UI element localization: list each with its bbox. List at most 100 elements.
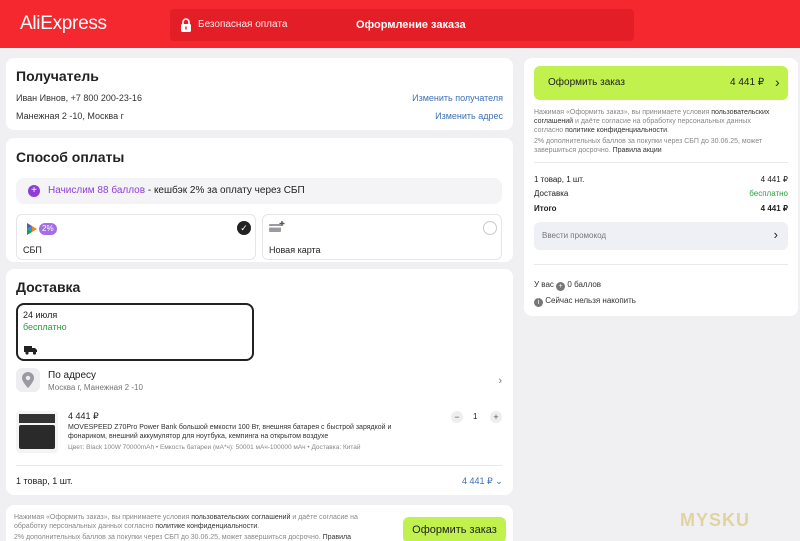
location-pin-icon	[22, 372, 34, 388]
product-image[interactable]	[16, 411, 58, 453]
product-price: 4 441 ₽	[68, 411, 99, 421]
delivery-summary-count: 1 товар, 1 шт.	[16, 476, 73, 486]
chevron-right-icon: ›	[775, 74, 780, 90]
quantity-decrease-button[interactable]: −	[451, 411, 463, 423]
delivery-address: Москва г, Манежная 2 -10	[48, 383, 143, 392]
place-order-label: Оформить заказ	[548, 77, 625, 88]
order-summary-card: Оформить заказ 4 441 ₽ › Нажимая «Оформи…	[524, 58, 798, 316]
product-specs: Цвет: Black 100W 70000mAh • Емкость бата…	[68, 444, 361, 451]
privacy-policy-link[interactable]: политике конфиденциальности	[155, 523, 257, 530]
place-order-total: 4 441 ₽	[730, 77, 765, 88]
footer-terms-line2: обработку персональных данных согласно п…	[14, 522, 259, 531]
place-order-button[interactable]: Оформить заказ 4 441 ₽ ›	[534, 66, 788, 100]
points-info: i Сейчас нельзя накопить	[534, 296, 636, 307]
info-icon: i	[534, 298, 543, 307]
delivery-date: 24 июля	[23, 310, 58, 320]
cashback-points: Начислим 88 баллов	[48, 185, 146, 196]
plus-icon: +	[28, 185, 40, 197]
divider	[534, 264, 788, 265]
terms-text: и даёте согласие на	[290, 514, 358, 521]
total-value: 4 441 ₽	[760, 204, 788, 213]
recipient-address: Манежная 2 -10, Москва г	[16, 111, 124, 121]
selected-check-icon: ✓	[237, 221, 251, 235]
footer-terms-line1: Нажимая «Оформить заказ», вы принимаете …	[14, 513, 358, 522]
delivery-summary-total[interactable]: 4 441 ₽ ⌄	[462, 476, 503, 487]
change-address-link[interactable]: Изменить адрес	[435, 111, 503, 121]
secure-payment-label: Безопасная оплата	[198, 19, 288, 30]
promo-rules-link[interactable]: Правила акции	[613, 147, 662, 154]
bottom-order-bar: Нажимая «Оформить заказ», вы принимаете …	[6, 505, 513, 541]
terms-text: .	[257, 523, 260, 530]
card-plus-icon	[269, 221, 285, 232]
recipient-name-phone: Иван Ивнов, +7 800 200-23-16	[16, 93, 142, 103]
coin-icon: +	[556, 282, 566, 291]
product-image-label-strip	[19, 414, 55, 423]
recipient-card: Получатель Иван Ивнов, +7 800 200-23-16 …	[6, 58, 513, 130]
bonus-text: 2% дополнительных баллов за покупки чере…	[14, 534, 323, 541]
delivery-heading: Доставка	[16, 279, 81, 295]
product-title-line2[interactable]: фонариком, внешний аккумулятор для ноутб…	[68, 433, 328, 440]
cashback-banner: + Начислим 88 баллов - кешбэк 2% за опла…	[16, 178, 502, 204]
product-title-line1[interactable]: MOVESPEED Z70Pro Power Bank большой емко…	[68, 424, 391, 431]
footer-place-order-button[interactable]: Оформить заказ	[403, 517, 506, 541]
sbp-cashback-badge: 2%	[39, 223, 57, 235]
quantity-value: 1	[473, 412, 478, 421]
delivery-summary-total-value: 4 441 ₽	[462, 476, 493, 486]
terms-line3: согласно политике конфиденциальности.	[534, 126, 669, 135]
radio-unselected[interactable]	[483, 221, 497, 235]
divider	[16, 465, 502, 466]
delivery-value: бесплатно	[749, 189, 788, 198]
cashback-description: - кешбэк 2% за оплату через СБП	[145, 185, 305, 196]
new-card-label: Новая карта	[269, 245, 321, 255]
promo-rules-link[interactable]: Правила	[323, 534, 351, 541]
delivery-label: Доставка	[534, 189, 569, 198]
page-title: Оформление заказа	[356, 19, 466, 31]
cashback-text: Начислим 88 баллов - кешбэк 2% за оплату…	[48, 185, 305, 196]
terms-text: .	[667, 127, 669, 134]
top-header: AliExpress Безопасная оплата Оформление …	[0, 0, 800, 48]
terms-text: обработку персональных данных согласно	[14, 523, 156, 530]
footer-bonus-line: 2% дополнительных баллов за покупки чере…	[14, 533, 351, 541]
chevron-right-icon: ›	[773, 227, 778, 242]
terms-line1: Нажимая «Оформить заказ», вы принимаете …	[534, 108, 769, 117]
payment-card: Способ оплаты + Начислим 88 баллов - кеш…	[6, 138, 513, 262]
privacy-policy-link[interactable]: политике конфиденциальности	[565, 127, 667, 134]
payment-heading: Способ оплаты	[16, 149, 125, 165]
change-recipient-link[interactable]: Изменить получателя	[412, 93, 503, 103]
lock-icon	[181, 18, 191, 32]
sbp-label: СБП	[23, 245, 42, 255]
delivery-price: бесплатно	[23, 322, 67, 332]
promo-code-label: Ввести промокод	[542, 231, 607, 240]
delivery-date-option[interactable]: 24 июля бесплатно	[16, 303, 254, 361]
total-label: Итого	[534, 204, 557, 213]
payment-option-sbp[interactable]: 2% СБП ✓	[16, 214, 256, 260]
chevron-right-icon: ›	[498, 375, 502, 387]
terms-text: и даёте согласие на обработку персональн…	[573, 118, 751, 125]
watermark: MYSKU	[680, 510, 751, 530]
points-prefix: У вас	[534, 280, 554, 289]
quantity-increase-button[interactable]: +	[490, 411, 502, 423]
user-agreements-link-cont[interactable]: соглашений	[534, 118, 573, 125]
chevron-down-icon: ⌄	[495, 476, 503, 486]
truck-icon	[24, 346, 37, 355]
sbp-logo-icon	[27, 223, 37, 235]
payment-option-new-card[interactable]: Новая карта	[262, 214, 502, 260]
aliexpress-logo[interactable]: AliExpress	[20, 13, 107, 35]
terms-text: Нажимая «Оформить заказ», вы принимаете …	[14, 514, 192, 521]
pin-background	[16, 368, 40, 392]
bonus-text: завершиться досрочно.	[534, 147, 613, 154]
bonus-line1: 2% дополнительных баллов за покупки чере…	[534, 138, 763, 145]
user-agreements-link[interactable]: пользовательских	[711, 109, 769, 116]
bonus-line2: завершиться досрочно. Правила акции	[534, 146, 662, 155]
items-count-label: 1 товар, 1 шт.	[534, 175, 585, 184]
terms-text: согласно	[534, 127, 566, 134]
header-box: Безопасная оплата Оформление заказа	[170, 9, 634, 41]
cannot-save-text: Сейчас нельзя накопить	[545, 296, 636, 305]
user-agreements-link[interactable]: пользовательских соглашений	[191, 514, 290, 521]
power-bank-shape	[19, 425, 55, 449]
promo-code-button[interactable]: Ввести промокод ›	[534, 222, 788, 250]
delivery-address-row[interactable]: По адресу Москва г, Манежная 2 -10 ›	[16, 367, 502, 397]
divider	[534, 162, 788, 163]
delivery-method: По адресу	[48, 370, 97, 381]
delivery-card: Доставка 24 июля бесплатно По адресу Мос…	[6, 269, 513, 495]
